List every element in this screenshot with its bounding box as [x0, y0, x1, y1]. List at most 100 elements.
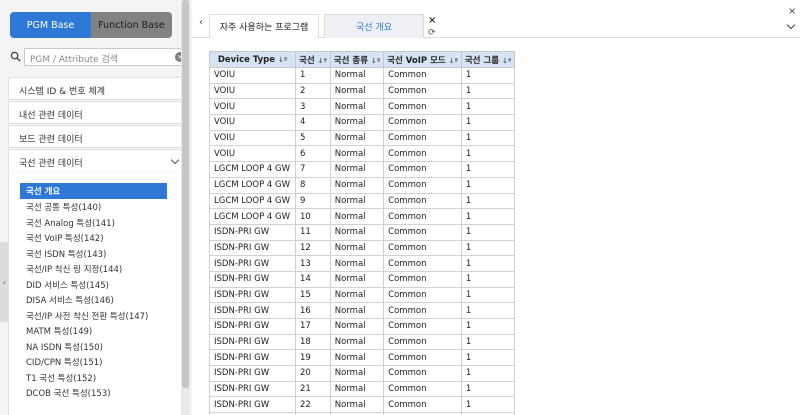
- close-all-icon[interactable]: ×: [788, 6, 796, 17]
- table-cell: Common: [383, 349, 462, 367]
- table-cell: 1: [460, 161, 516, 178]
- sort-icon[interactable]: ↓ª: [371, 57, 380, 65]
- table-row[interactable]: LGCM LOOP 4 GW 10 Normal Common 1: [209, 208, 516, 225]
- tab-favorites[interactable]: 자주 사용하는 프로그램: [209, 14, 319, 38]
- close-icon[interactable]: ×: [428, 15, 436, 26]
- table-cell: Normal: [329, 114, 385, 131]
- sort-icon[interactable]: ↓ª: [449, 57, 458, 65]
- table-row[interactable]: LGCM LOOP 4 GW 7 Normal Common 1: [209, 161, 516, 178]
- table-cell: Normal: [329, 396, 385, 414]
- table-cell: 13: [295, 255, 331, 272]
- table-row[interactable]: VOIU 6 Normal Common 1: [209, 145, 516, 163]
- column-header-trunk[interactable]: 국선 ↓ª: [295, 51, 331, 68]
- table-row[interactable]: ISDN-PRI GW 22 Normal Common 1: [209, 396, 516, 414]
- submenu-item[interactable]: DISA 서비스 특성(146): [20, 292, 120, 308]
- view-toggle: PGM Base Function Base: [10, 12, 172, 38]
- tab-bar: ‹ 자주 사용하는 프로그램 국선 개요 × ⟳ ×: [192, 0, 800, 38]
- table-row[interactable]: LGCM LOOP 4 GW 9 Normal Common 1: [209, 192, 516, 210]
- menu-item-extension-data[interactable]: 내선 관련 데이터: [8, 101, 188, 124]
- sort-icon[interactable]: ↓ª: [278, 56, 287, 64]
- table-row[interactable]: LGCM LOOP 4 GW 8 Normal Common 1: [209, 176, 516, 194]
- table-cell: 1: [460, 380, 516, 398]
- table-row[interactable]: VOIU 5 Normal Common 1: [209, 129, 516, 147]
- submenu-item[interactable]: 국선/IP 착신 링 지정(144): [20, 261, 128, 277]
- table-row[interactable]: ISDN-PRI GW 16 Normal Common 1: [209, 302, 516, 319]
- table-cell: 18: [295, 333, 331, 351]
- table-cell: Normal: [329, 365, 385, 382]
- table-cell: 1: [460, 333, 516, 351]
- table-cell: 1: [460, 286, 516, 304]
- submenu-item[interactable]: 국선/IP 사전 착신 전환 특성(147): [20, 308, 154, 324]
- trunk-table: Device Type ↓ª 국선 ↓ª 국선 종류 ↓ª 국선 VoIP 모드…: [209, 51, 516, 415]
- submenu-item[interactable]: CID/CPN 특성(151): [20, 354, 108, 370]
- table-cell: ISDN-PRI GW: [209, 349, 296, 367]
- table-cell: Common: [383, 302, 462, 319]
- table-row[interactable]: ISDN-PRI GW 20 Normal Common 1: [209, 365, 516, 382]
- table-cell: 7: [295, 161, 331, 178]
- table-cell: 1: [460, 239, 516, 257]
- table-row[interactable]: ISDN-PRI GW 17 Normal Common 1: [209, 318, 516, 335]
- menu-item-trunk-data[interactable]: 국선 관련 데이터: [8, 149, 188, 172]
- table-cell: Common: [383, 270, 462, 288]
- submenu-item[interactable]: 국선 공통 특성(140): [20, 199, 107, 215]
- tab-trunk-overview[interactable]: 국선 개요: [324, 14, 424, 38]
- submenu-item[interactable]: 국선 VoIP 특성(142): [20, 230, 110, 246]
- table-cell: 21: [295, 380, 331, 398]
- table-row[interactable]: VOIU 3 Normal Common 1: [209, 98, 516, 116]
- table-row[interactable]: ISDN-PRI GW 13 Normal Common 1: [209, 255, 516, 272]
- table-cell: 1: [460, 145, 516, 163]
- scrollbar-thumb[interactable]: [182, 0, 189, 388]
- table-row[interactable]: ISDN-PRI GW 19 Normal Common 1: [209, 349, 516, 367]
- table-cell: Normal: [329, 286, 385, 304]
- search-icon: [10, 51, 21, 62]
- table-cell: 1: [460, 255, 516, 272]
- table-cell: 1: [460, 192, 516, 210]
- table-cell: VOIU: [209, 129, 296, 147]
- table-row[interactable]: ISDN-PRI GW 14 Normal Common 1: [209, 270, 516, 288]
- column-header-voip-mode[interactable]: 국선 VoIP 모드 ↓ª: [383, 51, 462, 68]
- submenu-item[interactable]: NA ISDN 특성(150): [20, 339, 109, 355]
- search-input[interactable]: PGM / Attribute 검색: [24, 48, 186, 66]
- table-cell: Normal: [329, 67, 385, 84]
- submenu-item[interactable]: DID 서비스 특성(145): [20, 277, 115, 293]
- submenu-item[interactable]: T1 국선 특성(152): [20, 370, 102, 386]
- menu-item-system-id[interactable]: 시스템 ID & 번호 체계: [8, 77, 188, 100]
- table-row[interactable]: VOIU 2 Normal Common 1: [209, 82, 516, 100]
- submenu-item[interactable]: 국선 ISDN 특성(143): [20, 246, 112, 262]
- table-cell: ISDN-PRI GW: [209, 239, 296, 257]
- column-header-trunk-type[interactable]: 국선 종류 ↓ª: [329, 51, 385, 68]
- table-row[interactable]: VOIU 4 Normal Common 1: [209, 114, 516, 131]
- table-cell: 1: [295, 67, 331, 84]
- table-cell: 3: [295, 98, 331, 116]
- table-cell: VOIU: [209, 145, 296, 163]
- column-header-device-type[interactable]: Device Type ↓ª: [209, 51, 296, 68]
- function-base-tab[interactable]: Function Base: [91, 12, 172, 38]
- column-header-trunk-group[interactable]: 국선 그룹 ↓ª: [460, 51, 516, 68]
- table-cell: Normal: [329, 380, 385, 398]
- table-cell: 1: [460, 208, 516, 225]
- table-cell: Common: [383, 161, 462, 178]
- submenu-item-trunk-overview[interactable]: 국선 개요: [20, 183, 167, 199]
- table-row[interactable]: ISDN-PRI GW 12 Normal Common 1: [209, 239, 516, 257]
- table-cell: Normal: [329, 161, 385, 178]
- menu-item-board-data[interactable]: 보드 관련 데이터: [8, 125, 188, 148]
- sidebar-scrollbar[interactable]: [181, 0, 190, 415]
- main-content: ‹ 자주 사용하는 프로그램 국선 개요 × ⟳ × Device Type ↓…: [192, 0, 800, 415]
- submenu-item[interactable]: DCOB 국선 특성(153): [20, 385, 117, 401]
- table-cell: Common: [383, 82, 462, 100]
- table-row[interactable]: ISDN-PRI GW 11 Normal Common 1: [209, 223, 516, 241]
- sort-icon[interactable]: ↓ª: [502, 57, 511, 65]
- table-row[interactable]: VOIU 1 Normal Common 1: [209, 67, 516, 84]
- table-cell: Normal: [329, 333, 385, 351]
- table-row[interactable]: ISDN-PRI GW 21 Normal Common 1: [209, 380, 516, 398]
- submenu-item[interactable]: 국선 Analog 특성(141): [20, 215, 121, 231]
- pgm-base-tab[interactable]: PGM Base: [10, 12, 91, 38]
- table-row[interactable]: ISDN-PRI GW 15 Normal Common 1: [209, 286, 516, 304]
- chevron-left-icon[interactable]: ‹: [199, 17, 203, 28]
- submenu-item[interactable]: MATM 특성(149): [20, 323, 98, 339]
- table-row[interactable]: ISDN-PRI GW 18 Normal Common 1: [209, 333, 516, 351]
- table-cell: Common: [383, 129, 462, 147]
- sort-icon[interactable]: ↓ª: [318, 57, 327, 65]
- refresh-icon[interactable]: ⟳: [428, 28, 436, 38]
- chevron-down-icon[interactable]: [786, 20, 796, 30]
